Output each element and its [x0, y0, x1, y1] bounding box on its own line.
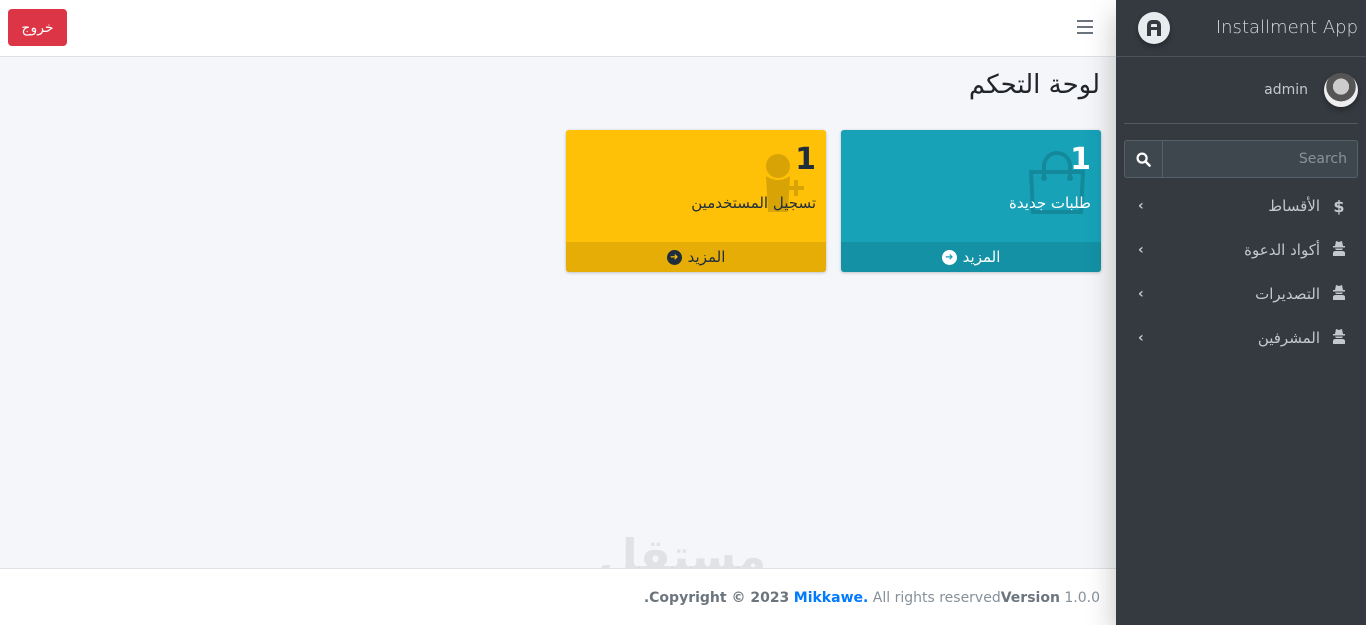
chevron-left-icon: ‹ — [1138, 242, 1144, 258]
card-count: 1 — [795, 142, 816, 177]
user-secret-icon — [1330, 328, 1348, 348]
copyright: .Copyright © 2023 — [643, 590, 790, 606]
user-name-link[interactable]: admin — [1264, 82, 1308, 98]
avatar[interactable] — [1324, 73, 1358, 107]
user-registrations-card: 1 تسجيل المستخدمين المزيد ➜ — [566, 130, 826, 272]
more-label: المزيد — [687, 248, 726, 266]
app-logo-icon — [1138, 12, 1170, 44]
search-icon — [1136, 151, 1151, 167]
user-panel: admin — [1124, 57, 1358, 124]
more-label: المزيد — [962, 248, 1001, 266]
more-info-link[interactable]: المزيد ➜ — [566, 242, 826, 272]
arrow-circle-right-icon: ➜ — [666, 249, 682, 265]
sidebar: Installment App admin ‹ $ الأقساط ‹ أكوا… — [1116, 0, 1366, 625]
sidebar-item-installments[interactable]: ‹ $ الأقساط — [1124, 184, 1358, 228]
search-input[interactable] — [1163, 140, 1358, 178]
card-label: تسجيل المستخدمين — [691, 194, 816, 212]
user-secret-icon — [1330, 284, 1348, 304]
chevron-left-icon: ‹ — [1138, 198, 1144, 214]
chevron-left-icon: ‹ — [1138, 330, 1144, 346]
card-count: 1 — [1070, 142, 1091, 177]
brand-text: Installment App — [1215, 17, 1358, 38]
sidebar-search — [1124, 140, 1358, 178]
sidebar-item-supervisors[interactable]: ‹ المشرفين — [1124, 316, 1358, 360]
main-footer: .Copyright © 2023 Mikkawe. All rights re… — [0, 568, 1116, 625]
top-navbar: خروج — [0, 0, 1116, 57]
version-number: 1.0.0 — [1064, 590, 1100, 606]
bars-icon[interactable] — [1077, 20, 1093, 34]
footer-brand-link[interactable]: Mikkawe. — [794, 590, 869, 606]
chevron-left-icon: ‹ — [1138, 286, 1144, 302]
rights-text: All rights reserved — [872, 590, 1001, 606]
brand-link[interactable]: Installment App — [1116, 0, 1366, 57]
search-button[interactable] — [1124, 140, 1163, 178]
version-label: Version — [1000, 590, 1060, 606]
card-label: طلبات جديدة — [1009, 194, 1091, 212]
dollar-icon: $ — [1333, 196, 1345, 216]
logout-button[interactable]: خروج — [8, 9, 67, 46]
arrow-circle-right-icon: ➜ — [941, 249, 957, 265]
page-title: لوحة التحكم — [968, 70, 1100, 100]
user-secret-icon — [1330, 240, 1348, 260]
sidebar-item-exports[interactable]: ‹ التصديرات — [1124, 272, 1358, 316]
more-info-link[interactable]: المزيد ➜ — [841, 242, 1101, 272]
footer-text: .Copyright © 2023 Mikkawe. All rights re… — [644, 590, 1100, 606]
sidebar-item-invite-codes[interactable]: ‹ أكواد الدعوة — [1124, 228, 1358, 272]
sidebar-nav: ‹ $ الأقساط ‹ أكواد الدعوة ‹ التصديرات ‹… — [1124, 184, 1358, 360]
new-requests-card: 1 طلبات جديدة المزيد ➜ — [841, 130, 1101, 272]
